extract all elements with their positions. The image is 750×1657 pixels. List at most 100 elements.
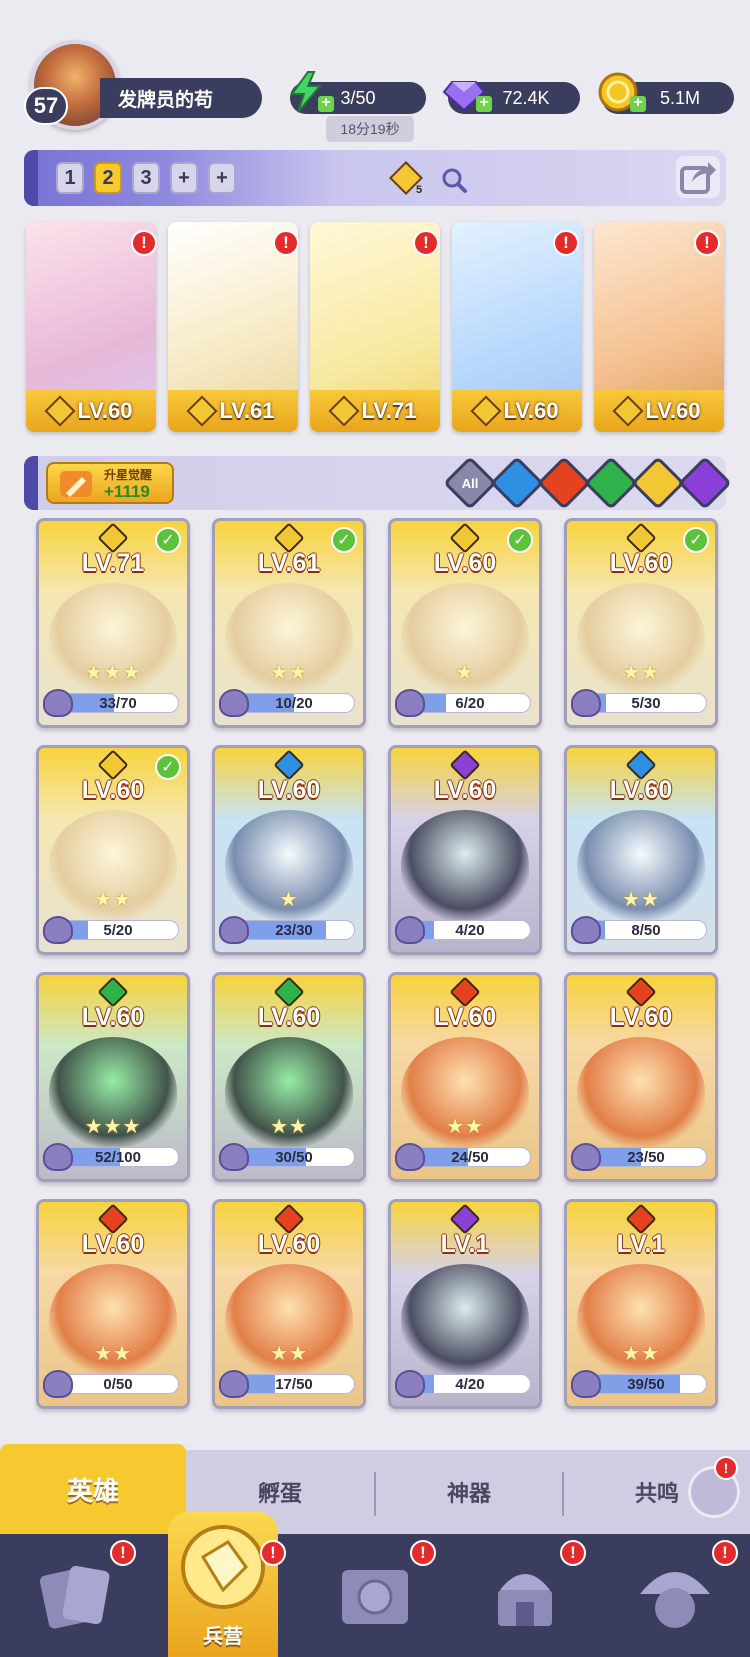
barracks-label: 兵营 [203, 1626, 243, 1648]
alert-badge: ! [260, 1540, 286, 1566]
element-diamond-icon [186, 395, 219, 427]
hero-level: LV.60 [433, 776, 497, 804]
hero-level: LV.60 [609, 549, 673, 577]
hero-level: LV.1 [440, 1230, 490, 1258]
hero-stars: ★★★ [84, 1116, 142, 1138]
hero-level: LV.71 [81, 549, 145, 577]
guild-nav-icon[interactable] [630, 1550, 720, 1640]
star-upgrade-button[interactable]: 升星觉醒 +1119 [46, 462, 174, 504]
map-nav-icon[interactable] [330, 1550, 420, 1640]
player-level-badge: 57 [24, 87, 68, 125]
hero-card[interactable]: LV.60 ★★ 0/50 [36, 1199, 190, 1409]
shard-progress-text: 24/50 [451, 1149, 489, 1166]
hero-card[interactable]: ✓ LV.61 ★★ 10/20 [212, 518, 366, 728]
team-slot-add-1[interactable]: + [170, 162, 198, 194]
sword-icon [60, 471, 92, 497]
shard-progress-text: 39/50 [627, 1376, 665, 1393]
shard-progress-bar: 8/50 [585, 920, 707, 940]
hero-stars: ★★ [270, 662, 308, 684]
hero-card[interactable]: LV.60 23/50 [564, 972, 718, 1182]
search-icon[interactable] [440, 166, 468, 194]
alert-badge: ! [694, 230, 720, 256]
shard-icon [43, 916, 73, 944]
hero-level: LV.60 [609, 1003, 673, 1031]
shard-progress-text: 0/50 [103, 1376, 133, 1393]
hero-card[interactable]: LV.60 ★★ 17/50 [212, 1199, 366, 1409]
hero-level: LV.60 [257, 1230, 321, 1258]
alert-badge: ! [560, 1540, 586, 1566]
shard-progress-bar: 33/70 [57, 693, 179, 713]
player-name[interactable]: 发牌员的苟 [100, 78, 262, 118]
hero-portrait [577, 1037, 705, 1147]
hero-card[interactable]: ✓ LV.60 ★★ 5/20 [36, 745, 190, 955]
team-slot-add-2[interactable]: + [208, 162, 236, 194]
hero-level: LV.60 [609, 776, 673, 804]
star-upgrade-value: +1119 [104, 482, 150, 501]
shard-progress-bar: 4/20 [409, 1374, 531, 1394]
shard-progress-text: 33/70 [99, 695, 137, 712]
hero-card[interactable]: LV.1 ★★ 39/50 [564, 1199, 718, 1409]
hero-stars: ★ [279, 889, 299, 911]
shard-progress-text: 52/100 [95, 1149, 141, 1166]
hero-stars: ★ [455, 662, 475, 684]
team-element-badge-icon[interactable]: 5 [388, 160, 424, 196]
shard-progress-bar: 24/50 [409, 1147, 531, 1167]
alert-badge: ! [410, 1540, 436, 1566]
alert-badge: ! [553, 230, 579, 256]
team-slot-2[interactable]: 2 [94, 162, 122, 194]
hero-stars: ★★ [94, 889, 132, 911]
element-diamond-icon [44, 395, 77, 427]
barracks-nav-button[interactable]: 兵营 [168, 1512, 278, 1657]
element-diamond-icon [470, 395, 503, 427]
shard-icon [219, 916, 249, 944]
tab-heroes[interactable]: 英雄 [0, 1444, 186, 1534]
hero-stars: ★★ [270, 1343, 308, 1365]
hero-card[interactable]: ✓ LV.60 ★ 6/20 [388, 518, 542, 728]
hero-card[interactable]: ✓ LV.71 ★★★ 33/70 [36, 518, 190, 728]
filter-all-label: All [461, 475, 479, 491]
alert-badge: ! [273, 230, 299, 256]
share-button[interactable] [676, 156, 720, 198]
team-hero-level: LV.60 [77, 398, 133, 423]
shard-progress-text: 23/50 [627, 1149, 665, 1166]
hero-level: LV.60 [81, 776, 145, 804]
star-upgrade-label: 升星觉醒 [104, 468, 153, 482]
hero-card[interactable]: LV.1 4/20 [388, 1199, 542, 1409]
shard-progress-text: 17/50 [275, 1376, 313, 1393]
shard-icon [571, 1143, 601, 1171]
hero-card[interactable]: LV.60 ★★★ 52/100 [36, 972, 190, 1182]
team-slot-3[interactable]: 3 [132, 162, 160, 194]
hero-card[interactable]: LV.60 ★ 23/30 [212, 745, 366, 955]
shard-icon [219, 1370, 249, 1398]
hero-card[interactable]: LV.60 4/20 [388, 745, 542, 955]
hero-portrait [401, 810, 529, 920]
shard-progress-text: 5/30 [631, 695, 661, 712]
hero-card[interactable]: LV.60 ★★ 24/50 [388, 972, 542, 1182]
cards-nav-icon[interactable] [30, 1550, 120, 1640]
hero-level: LV.60 [81, 1230, 145, 1258]
hero-card[interactable]: LV.60 ★★ 8/50 [564, 745, 718, 955]
add-energy-button[interactable]: + [318, 95, 334, 112]
alert-badge: ! [712, 1540, 738, 1566]
shard-progress-text: 6/20 [455, 695, 485, 712]
team-hero-level: LV.60 [645, 398, 701, 423]
hero-card[interactable]: LV.60 ★★ 30/50 [212, 972, 366, 1182]
hero-portrait [401, 1264, 529, 1374]
hero-stars: ★★ [622, 1343, 660, 1365]
add-coins-button[interactable]: + [630, 95, 646, 112]
shard-progress-bar: 0/50 [57, 1374, 179, 1394]
hero-level: LV.61 [257, 549, 321, 577]
alert-badge: ! [413, 230, 439, 256]
tab-artifacts[interactable]: 神器 [376, 1450, 562, 1534]
add-gems-button[interactable]: + [476, 95, 492, 112]
shard-icon [571, 916, 601, 944]
hero-level: LV.60 [81, 1003, 145, 1031]
hero-card[interactable]: ✓ LV.60 ★★ 5/30 [564, 518, 718, 728]
temple-nav-icon[interactable] [480, 1550, 570, 1640]
team-hero-level: LV.71 [361, 398, 417, 423]
shard-progress-bar: 17/50 [233, 1374, 355, 1394]
shard-icon [571, 1370, 601, 1398]
shard-icon [43, 689, 73, 717]
team-slot-1[interactable]: 1 [56, 162, 84, 194]
shard-icon [395, 916, 425, 944]
